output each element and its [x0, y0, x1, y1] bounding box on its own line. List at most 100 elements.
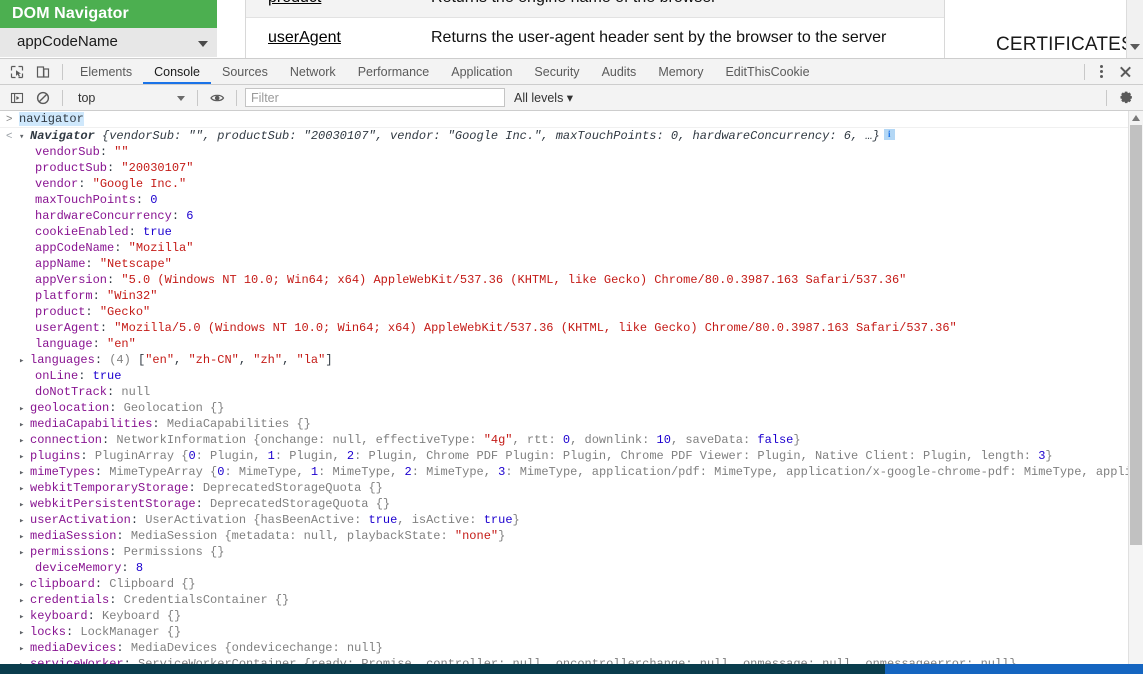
property-row[interactable]: ▸ mediaDevices: MediaDevices {ondevicecha…	[0, 640, 1143, 656]
expand-triangle-icon[interactable]: ▸	[19, 577, 30, 593]
tab-audits[interactable]: Audits	[591, 59, 648, 84]
console-sidebar-icon[interactable]	[4, 86, 30, 110]
property-value: ,	[282, 353, 297, 367]
expand-triangle-icon[interactable]: ▸	[19, 497, 30, 513]
property-row[interactable]: deviceMemory: 8	[0, 560, 1143, 576]
scroll-down-arrow-icon[interactable]	[1130, 44, 1140, 50]
expand-triangle-icon[interactable]: ▸	[19, 417, 30, 433]
scroll-up-arrow-icon[interactable]	[1132, 115, 1140, 121]
table-row[interactable]: product Returns the engine name of the b…	[246, 0, 944, 18]
property-row[interactable]: vendor: "Google Inc."	[0, 176, 1143, 192]
property-link[interactable]: userAgent	[246, 29, 431, 47]
gear-icon[interactable]	[1113, 86, 1139, 110]
property-row[interactable]: appName: "Netscape"	[0, 256, 1143, 272]
result-preview: {vendorSub: "", productSub: "20030107", …	[94, 129, 880, 143]
property-row[interactable]: ▸ locks: LockManager {}	[0, 624, 1143, 640]
expand-triangle-icon[interactable]: ▸	[19, 641, 30, 657]
property-row[interactable]: hardwareConcurrency: 6	[0, 208, 1143, 224]
close-icon[interactable]	[1113, 61, 1139, 83]
console-output[interactable]: > navigator < ▾ Navigator {vendorSub: "", p…	[0, 111, 1143, 674]
property-row[interactable]: product: "Gecko"	[0, 304, 1143, 320]
property-row[interactable]: ▸ mediaSession: MediaSession {metadata: n…	[0, 528, 1143, 544]
expand-triangle-icon[interactable]: ▸	[19, 529, 30, 545]
table-row[interactable]: userAgent Returns the user-agent header …	[246, 18, 944, 58]
property-row[interactable]: ▸ clipboard: Clipboard {}	[0, 576, 1143, 592]
execution-context-select[interactable]: top	[69, 88, 191, 108]
property-separator: :	[80, 449, 95, 463]
expand-triangle-icon[interactable]: ▸	[19, 593, 30, 609]
property-row[interactable]: vendorSub: ""	[0, 144, 1143, 160]
expand-triangle-icon[interactable]: ▸	[19, 465, 30, 481]
property-row[interactable]: ▸ mediaCapabilities: MediaCapabilities {}	[0, 416, 1143, 432]
property-row[interactable]: onLine: true	[0, 368, 1143, 384]
dom-navigator-select[interactable]: appCodeName	[0, 28, 217, 57]
device-toolbar-icon[interactable]	[30, 60, 56, 84]
property-row[interactable]: ▸ webkitTemporaryStorage: DeprecatedStora…	[0, 480, 1143, 496]
property-row[interactable]: ▸ keyboard: Keyboard {}	[0, 608, 1143, 624]
property-row[interactable]: doNotTrack: null	[0, 384, 1143, 400]
property-row[interactable]: ▸ credentials: CredentialsContainer {}	[0, 592, 1143, 608]
property-link[interactable]: product	[246, 0, 431, 7]
tab-security[interactable]: Security	[523, 59, 590, 84]
expand-triangle-icon[interactable]: ▸	[19, 513, 30, 529]
result-class-name: Navigator	[30, 129, 95, 143]
expand-triangle-icon[interactable]: ▸	[19, 353, 30, 369]
property-row[interactable]: ▸ connection: NetworkInformation {onchang…	[0, 432, 1143, 448]
tab-editthiscookie[interactable]: EditThisCookie	[714, 59, 820, 84]
property-row[interactable]: platform: "Win32"	[0, 288, 1143, 304]
property-name: webkitPersistentStorage	[30, 497, 196, 511]
console-input-line[interactable]: > navigator	[0, 111, 1143, 128]
property-name: mediaDevices	[30, 641, 117, 655]
info-badge-icon[interactable]: i	[883, 129, 895, 141]
property-row[interactable]: userAgent: "Mozilla/5.0 (Windows NT 10.0…	[0, 320, 1143, 336]
property-row[interactable]: maxTouchPoints: 0	[0, 192, 1143, 208]
tab-console[interactable]: Console	[143, 59, 211, 84]
property-row[interactable]: ▸ plugins: PluginArray {0: Plugin, 1: Plu…	[0, 448, 1143, 464]
inspect-element-icon[interactable]	[4, 60, 30, 84]
property-row[interactable]: ▸ userActivation: UserActivation {hasBeen…	[0, 512, 1143, 528]
tab-performance[interactable]: Performance	[347, 59, 441, 84]
property-description: Returns the user-agent header sent by th…	[431, 29, 887, 46]
page-scrollbar[interactable]	[1126, 0, 1143, 58]
web-page-content: product Returns the engine name of the b…	[0, 0, 1143, 58]
tab-memory[interactable]: Memory	[647, 59, 714, 84]
expand-triangle-icon[interactable]: ▸	[19, 433, 30, 449]
filter-input[interactable]	[245, 88, 505, 107]
property-row[interactable]: ▸ languages: (4) ["en", "zh-CN", "zh", "l…	[0, 352, 1143, 368]
expand-triangle-icon[interactable]: ▸	[19, 401, 30, 417]
console-scrollbar[interactable]	[1128, 111, 1143, 674]
expand-triangle-icon[interactable]: ▸	[19, 545, 30, 561]
log-levels-dropdown[interactable]: All levels ▾	[514, 90, 573, 105]
tab-application[interactable]: Application	[440, 59, 523, 84]
property-row[interactable]: language: "en"	[0, 336, 1143, 352]
property-row[interactable]: productSub: "20030107"	[0, 160, 1143, 176]
property-value: true	[92, 369, 122, 383]
tab-elements[interactable]: Elements	[69, 59, 143, 84]
expand-triangle-icon[interactable]: ▸	[19, 625, 30, 641]
expand-triangle-icon[interactable]: ▸	[19, 481, 30, 497]
expand-triangle-icon[interactable]: ▾	[19, 129, 30, 145]
live-expression-eye-icon[interactable]	[204, 86, 230, 110]
property-value: CredentialsContainer	[123, 593, 275, 607]
console-input-expression[interactable]: navigator	[19, 112, 84, 126]
kebab-menu-icon[interactable]	[1091, 61, 1111, 83]
tab-sources[interactable]: Sources	[211, 59, 279, 84]
property-row[interactable]: ▸ webkitPersistentStorage: DeprecatedStor…	[0, 496, 1143, 512]
property-row[interactable]: ▸ mimeTypes: MimeTypeArray {0: MimeType, …	[0, 464, 1143, 480]
property-row[interactable]: cookieEnabled: true	[0, 224, 1143, 240]
chevron-down-icon	[177, 95, 185, 101]
property-row[interactable]: ▸ permissions: Permissions {}	[0, 544, 1143, 560]
property-value: "zh"	[253, 353, 283, 367]
clear-console-icon[interactable]	[30, 86, 56, 110]
expand-triangle-icon[interactable]: ▸	[19, 449, 30, 465]
scrollbar-thumb[interactable]	[1130, 125, 1142, 545]
expand-triangle-icon[interactable]: ▸	[19, 609, 30, 625]
property-row[interactable]: ▸ geolocation: Geolocation {}	[0, 400, 1143, 416]
property-row[interactable]: appVersion: "5.0 (Windows NT 10.0; Win64…	[0, 272, 1143, 288]
tab-network[interactable]: Network	[279, 59, 347, 84]
property-separator: :	[107, 385, 122, 399]
property-value: "5.0 (Windows NT 10.0; Win64; x64) Apple…	[121, 273, 907, 287]
property-row[interactable]: appCodeName: "Mozilla"	[0, 240, 1143, 256]
console-result-summary[interactable]: < ▾ Navigator {vendorSub: "", productSub: …	[0, 128, 1143, 144]
devtools-panel: Elements Console Sources Network Perform…	[0, 58, 1143, 674]
